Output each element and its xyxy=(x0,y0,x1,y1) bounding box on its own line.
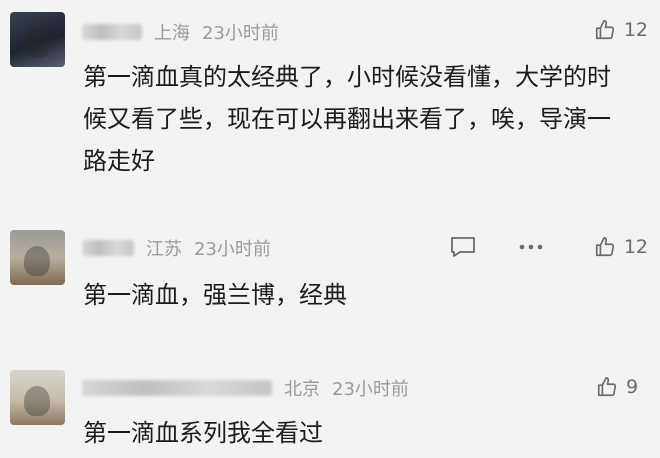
comment-meta: 北京 23小时前 xyxy=(82,376,409,400)
avatar[interactable] xyxy=(10,12,65,67)
username-blurred[interactable] xyxy=(82,380,272,396)
like-count: 9 xyxy=(626,376,639,398)
like-count: 12 xyxy=(623,236,648,258)
avatar-figure xyxy=(24,28,50,58)
more-dots-icon[interactable] xyxy=(518,243,544,251)
comment-item: 江苏 23小时前 12 第一滴血，强兰博，经典 xyxy=(0,222,660,352)
thumbs-up-icon[interactable] xyxy=(596,376,618,398)
like-count: 12 xyxy=(623,19,648,41)
avatar[interactable] xyxy=(10,230,65,285)
comment-text: 第一滴血系列我全看过 xyxy=(83,419,323,447)
timestamp: 23小时前 xyxy=(194,239,271,260)
comment-bubble-icon[interactable] xyxy=(450,236,476,258)
location-label: 上海 xyxy=(154,23,190,44)
timestamp: 23小时前 xyxy=(332,379,409,400)
comment-meta: 上海 23小时前 xyxy=(82,20,279,44)
avatar-figure xyxy=(24,386,50,416)
comment-item: 上海 23小时前 12 第一滴血真的太经典了，小时候没看懂，大学的时候又看了些，… xyxy=(0,0,660,205)
comment-text: 第一滴血真的太经典了，小时候没看懂，大学的时候又看了些，现在可以再翻出来看了，唉… xyxy=(83,63,611,175)
avatar[interactable] xyxy=(10,370,65,425)
username-blurred[interactable] xyxy=(82,24,142,40)
comment-actions: 9 xyxy=(596,374,648,400)
timestamp: 23小时前 xyxy=(202,23,279,44)
comment-meta: 江苏 23小时前 xyxy=(82,236,271,260)
comment-actions: 12 xyxy=(450,234,648,260)
thumbs-up-icon[interactable] xyxy=(594,19,616,41)
comment-text: 第一滴血，强兰博，经典 xyxy=(83,281,347,309)
comment-item: 北京 23小时前 9 第一滴血系列我全看过 xyxy=(0,360,660,458)
location-label: 北京 xyxy=(284,379,320,400)
location-label: 江苏 xyxy=(146,239,182,260)
avatar-figure xyxy=(24,246,50,276)
username-blurred[interactable] xyxy=(82,240,134,256)
thumbs-up-icon[interactable] xyxy=(594,236,616,258)
comment-actions: 12 xyxy=(594,17,648,43)
